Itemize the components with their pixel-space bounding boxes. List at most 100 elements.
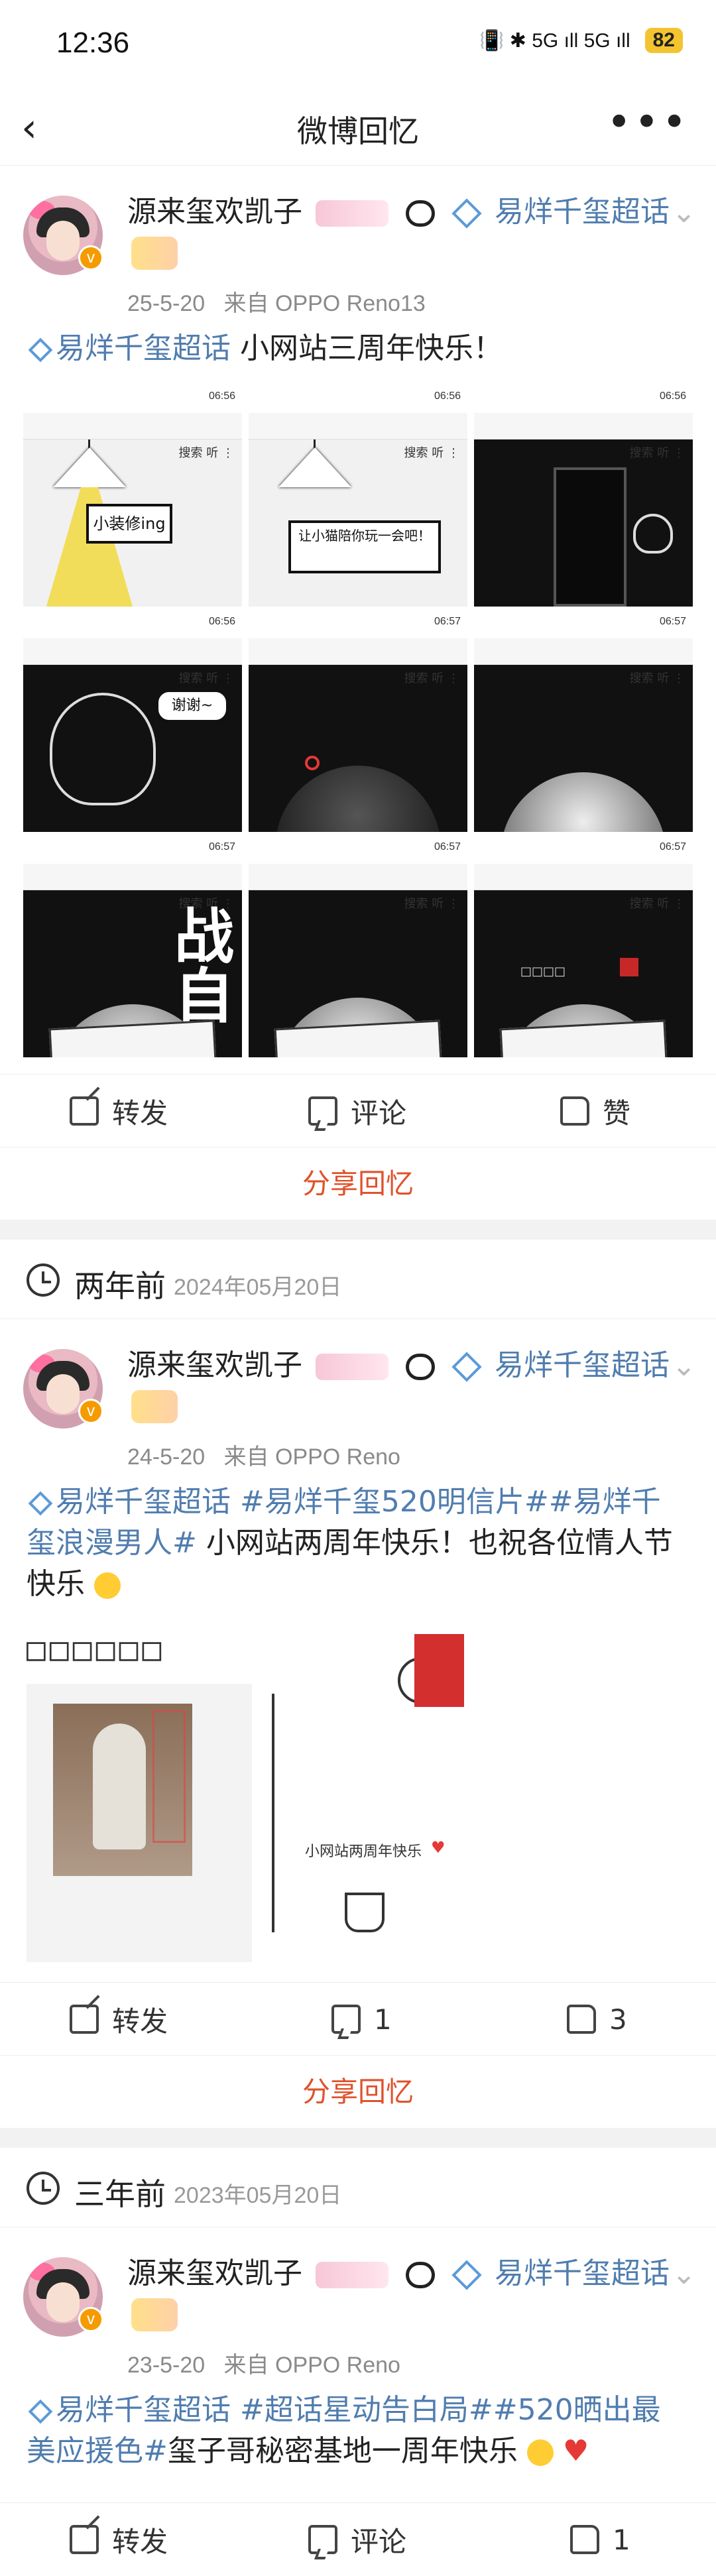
- share-memory-button[interactable]: 分享回忆: [0, 2055, 716, 2128]
- cat-drawing: [633, 514, 673, 554]
- diamond-icon: [28, 1491, 53, 1516]
- chevron-down-icon[interactable]: ⌄: [672, 1349, 696, 1383]
- image-grid: 06:56 搜索 听 ⋮ 小装修ing 06:56 搜索 听 ⋮ 让小猫陪你玩一…: [23, 388, 693, 1057]
- signal-icons: 📳 ✱ 5G ıll 5G ıll: [479, 29, 630, 52]
- vip-badge-icon: [316, 200, 388, 227]
- vip-badge-icon: [316, 1354, 388, 1380]
- repost-icon: [70, 1096, 99, 1126]
- comment-button[interactable]: 评论: [308, 2503, 406, 2576]
- party-emoji-icon: [94, 1572, 121, 1599]
- moon-drawing: [501, 772, 666, 832]
- lamp-drawing: [278, 447, 351, 487]
- comment-icon: [308, 2525, 337, 2554]
- heart-icon: ♥: [562, 2434, 589, 2468]
- super-topic-link[interactable]: 易烊千玺超话: [495, 195, 670, 229]
- vip-badge-icon: [316, 2262, 388, 2288]
- super-topic-link[interactable]: 易烊千玺超话: [495, 2256, 670, 2290]
- post-text: 易烊千玺超话 #易烊千玺520明信片##易烊千玺浪漫男人# 小网站两周年快乐！也…: [27, 1482, 689, 1605]
- cat-drawing: [50, 693, 156, 805]
- cup-drawing: [345, 1893, 385, 1932]
- grid-image[interactable]: 06:57 搜索 听 ⋮: [474, 613, 693, 832]
- repost-button[interactable]: 转发: [70, 1075, 168, 1147]
- repost-button[interactable]: 转发: [70, 1983, 168, 2056]
- avatar-face: [46, 221, 80, 261]
- topic-link[interactable]: 易烊千玺超话: [56, 331, 231, 365]
- clock-icon: [27, 1263, 60, 1297]
- action-bar: 转发 1 3: [0, 1982, 716, 2055]
- post-card-2: v 源来玺欢凯子 易烊千玺超话 ⌄ 24-5-20 来自 OPPO Reno 易…: [0, 1319, 716, 2128]
- post-source: 来自 OPPO Reno13: [223, 291, 426, 316]
- diamond-icon: [451, 198, 482, 229]
- repost-icon: [70, 2005, 99, 2034]
- like-button[interactable]: 3: [567, 1983, 627, 2056]
- super-topic-link[interactable]: 易烊千玺超话: [495, 1348, 670, 1382]
- post-card-3: v 源来玺欢凯子 易烊千玺超话 ⌄ 23-5-20 来自 OPPO Reno 易…: [0, 2227, 716, 2575]
- action-bar: 转发 评论 1: [0, 2502, 716, 2575]
- author-line: 源来玺欢凯子 易烊千玺超话: [127, 192, 671, 272]
- red-stamp-icon: [414, 1634, 464, 1707]
- red-dot-icon: [305, 756, 320, 770]
- comment-button[interactable]: 评论: [308, 1075, 406, 1147]
- grid-image[interactable]: 06:57 搜索 听 ⋮ □□□□: [474, 839, 693, 1057]
- chevron-down-icon[interactable]: ⌄: [672, 196, 696, 229]
- grid-image[interactable]: 06:56 搜索 听 ⋮ 谢谢~: [23, 613, 242, 832]
- fan-badge-icon: [131, 2298, 178, 2331]
- verified-badge-icon: v: [78, 1399, 103, 1424]
- comment-icon: [308, 1096, 337, 1126]
- post-meta: 25-5-20 来自 OPPO Reno13: [127, 285, 426, 318]
- grid-image[interactable]: 06:57 搜索 听 ⋮ 战自: [23, 839, 242, 1057]
- like-button[interactable]: 1: [570, 2503, 630, 2576]
- section-title: 两年前: [74, 1268, 166, 1304]
- post-body: 小网站三周年快乐！: [231, 331, 503, 365]
- comment-button[interactable]: 1: [331, 1983, 392, 2056]
- moon-drawing: [275, 766, 441, 832]
- grid-image[interactable]: 06:56 搜索 听 ⋮: [474, 388, 693, 607]
- section-header: 三年前 2023年05月20日: [0, 2148, 716, 2227]
- repost-button[interactable]: 转发: [70, 2503, 168, 2576]
- post-meta: 23-5-20 来自 OPPO Reno: [127, 2353, 400, 2378]
- action-bar: 转发 评论 赞: [0, 1074, 716, 1147]
- grid-image[interactable]: 06:56 搜索 听 ⋮ 让小猫陪你玩一会吧！: [249, 388, 467, 607]
- post-meta: 24-5-20 来自 OPPO Reno: [127, 1444, 400, 1470]
- section-date: 2023年05月20日: [174, 2183, 342, 2208]
- verified-badge-icon: v: [78, 245, 103, 270]
- grid-image[interactable]: 06:57 搜索 听 ⋮: [249, 613, 467, 832]
- post-text: 易烊千玺超话 #超话星动告白局##520晒出最美应援色#玺子哥秘密基地一周年快乐…: [27, 2390, 689, 2472]
- more-dots-icon[interactable]: •••: [607, 98, 689, 147]
- door-drawing: [554, 467, 626, 607]
- crying-emoji-icon: [526, 2439, 554, 2466]
- post-text: 易烊千玺超话 小网站三周年快乐！: [27, 328, 689, 369]
- unrendered-glyphs: □□□□□□: [27, 1631, 166, 1668]
- grid-image[interactable]: 06:57 搜索 听 ⋮: [249, 839, 467, 1057]
- author-name[interactable]: 源来玺欢凯子: [127, 195, 302, 229]
- diamond-icon: [28, 2399, 53, 2424]
- comment-icon: [331, 2005, 361, 2034]
- post-date: 25-5-20: [127, 291, 206, 316]
- lamp-drawing: [53, 447, 126, 487]
- author-line: 源来玺欢凯子 易烊千玺超话: [127, 1346, 671, 1425]
- diamond-icon: [451, 2260, 482, 2290]
- statue-photo[interactable]: [27, 1684, 252, 1962]
- section-header: 两年前 2024年05月20日: [0, 1240, 716, 1319]
- chevron-down-icon[interactable]: ⌄: [672, 2257, 696, 2291]
- navigation-bar: ‹ 微博回忆 •••: [0, 93, 716, 166]
- post-card-1: v 源来玺欢凯子 易烊千玺超话 ⌄ 25-5-20 来自 OPPO Reno13…: [0, 166, 716, 1220]
- fan-badge-icon: [131, 237, 178, 270]
- clock-icon: [27, 2172, 60, 2205]
- verified-badge-icon: v: [78, 2307, 103, 2332]
- diamond-icon: [451, 1352, 482, 1382]
- section-divider: [0, 2128, 716, 2148]
- red-seal-icon: [620, 958, 638, 976]
- repost-icon: [70, 2525, 99, 2554]
- panda-icon: [406, 2262, 435, 2288]
- grid-image[interactable]: 06:56 搜索 听 ⋮ 小装修ing: [23, 388, 242, 607]
- like-button[interactable]: 赞: [560, 1075, 630, 1147]
- author-name[interactable]: 源来玺欢凯子: [127, 1348, 302, 1382]
- panda-icon: [406, 1354, 435, 1380]
- author-name[interactable]: 源来玺欢凯子: [127, 2256, 302, 2290]
- share-memory-button[interactable]: 分享回忆: [0, 1147, 716, 1220]
- section-title: 三年前: [74, 2176, 166, 2212]
- post-body: 玺子哥秘密基地一周年快乐: [167, 2434, 518, 2468]
- thumbs-up-icon: [570, 2525, 599, 2554]
- diamond-icon: [28, 337, 53, 363]
